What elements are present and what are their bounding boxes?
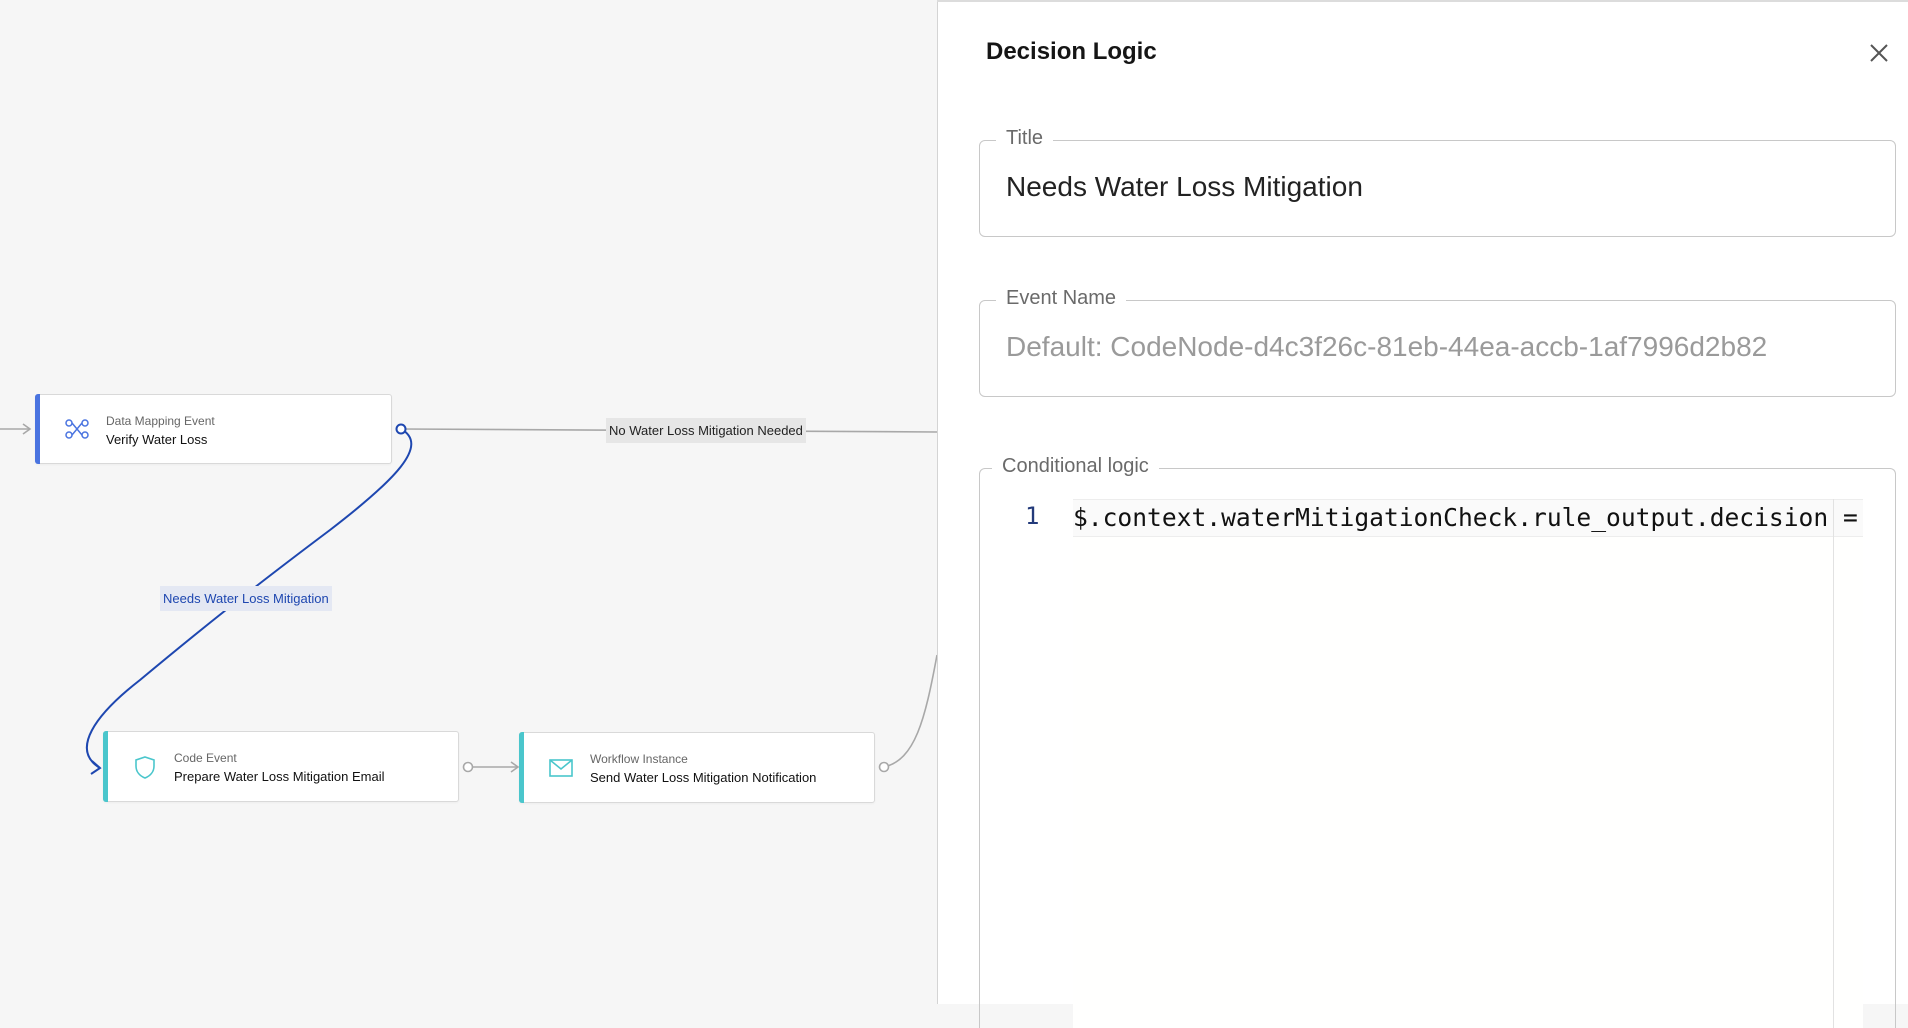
title-field-label: Title	[996, 126, 1054, 150]
source-handle-node1	[395, 423, 407, 435]
decision-logic-panel: Decision Logic Title Event Name Conditio…	[937, 2, 1908, 1028]
code-editor[interactable]: 1 $.context.waterMitigationCheck.rule_ou…	[980, 469, 1895, 1028]
code-line[interactable]: $.context.waterMitigationCheck.rule_outp…	[1073, 501, 1863, 535]
node-send-notification[interactable]: Workflow Instance Send Water Loss Mitiga…	[519, 732, 875, 803]
event-name-input[interactable]	[1006, 327, 1875, 367]
edge-label-no-mitigation[interactable]: No Water Loss Mitigation Needed	[606, 418, 806, 443]
title-field: Title	[979, 126, 1896, 237]
source-handle-node3	[878, 761, 890, 773]
shield-icon	[130, 752, 160, 782]
node-title: Prepare Water Loss Mitigation Email	[174, 769, 385, 784]
node-type: Data Mapping Event	[106, 414, 215, 428]
workflow-canvas[interactable]: Data Mapping Event Verify Water Loss Cod…	[0, 0, 937, 1004]
node-verify-water-loss[interactable]: Data Mapping Event Verify Water Loss	[35, 394, 392, 464]
envelope-icon	[546, 753, 576, 783]
node-type: Code Event	[174, 751, 237, 765]
code-background	[1073, 503, 1863, 1028]
node-type: Workflow Instance	[590, 752, 688, 766]
line-number: 1	[1025, 502, 1040, 530]
edges-layer	[0, 423, 937, 775]
data-mapping-icon	[62, 414, 92, 444]
conditional-logic-field: Conditional logic 1 $.context.waterMitig…	[979, 454, 1896, 1028]
editor-vertical-ruler	[1833, 499, 1834, 1028]
node-prepare-email[interactable]: Code Event Prepare Water Loss Mitigation…	[103, 731, 459, 802]
edge-label-needs-mitigation[interactable]: Needs Water Loss Mitigation	[160, 586, 332, 611]
node-title: Verify Water Loss	[106, 432, 208, 447]
close-icon[interactable]	[1864, 38, 1894, 68]
source-handle-node2	[462, 761, 474, 773]
panel-title: Decision Logic	[986, 38, 1157, 65]
node-accent	[519, 732, 524, 803]
event-name-field: Event Name	[979, 286, 1896, 397]
node-accent	[35, 394, 40, 464]
node-accent	[103, 731, 108, 802]
event-name-field-label: Event Name	[996, 286, 1127, 310]
node-title: Send Water Loss Mitigation Notification	[590, 770, 817, 785]
title-input[interactable]	[1006, 167, 1875, 207]
edge-notify-out	[883, 654, 937, 768]
